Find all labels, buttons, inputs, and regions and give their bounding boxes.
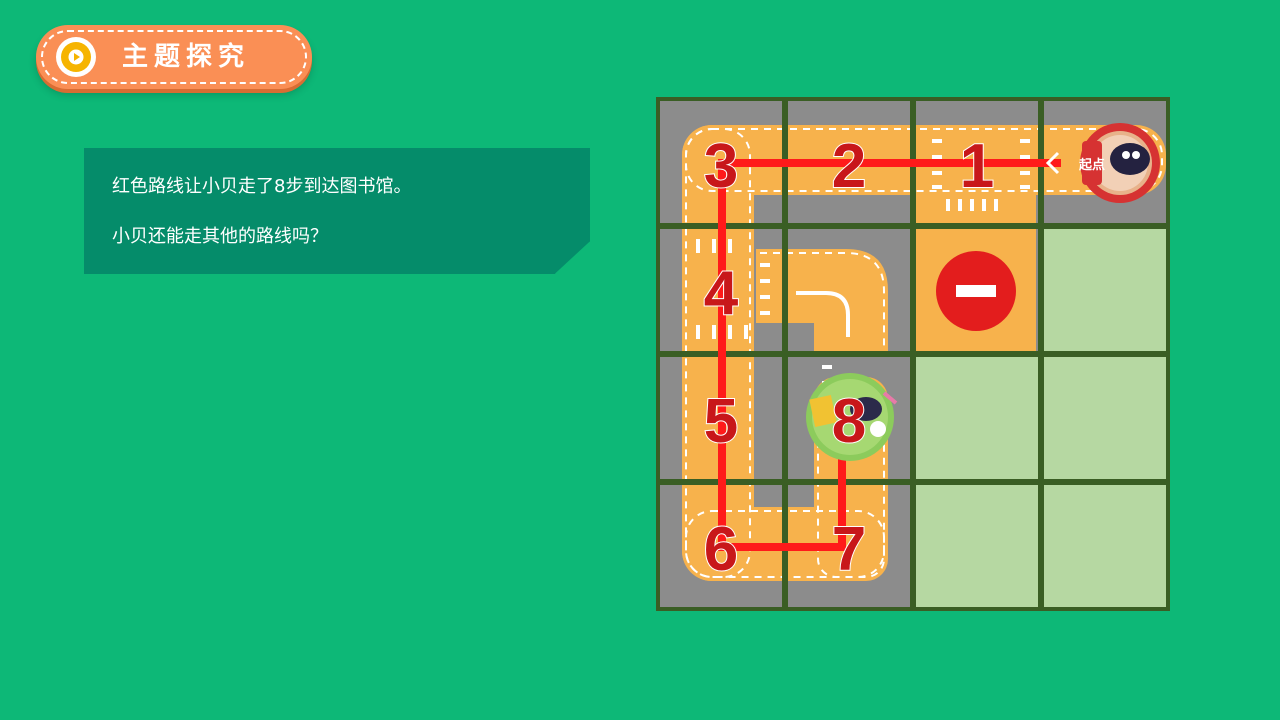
question-line-2: 小贝还能走其他的路线吗？ <box>112 226 328 247</box>
step-number-2: 2 <box>832 132 866 201</box>
grass-tile <box>916 357 1038 479</box>
question-card: 红色路线让小贝走了8步到达图书馆。 小贝还能走其他的路线吗？ <box>84 148 590 274</box>
start-label: 起点 <box>1078 157 1105 173</box>
step-number-1: 1 <box>960 132 994 201</box>
board-canvas: 起点 1 2 3 4 5 6 7 8 <box>656 97 1170 611</box>
section-title: 主题探究 <box>122 42 251 72</box>
section-title-banner: 主题探究 <box>36 25 312 89</box>
grid-line <box>656 351 1170 357</box>
step-number-4: 4 <box>704 259 739 328</box>
route-game-board[interactable]: 起点 1 2 3 4 5 6 7 8 <box>656 97 1170 611</box>
question-line-1: 红色路线让小贝走了8步到达图书馆。 <box>112 176 412 197</box>
grass-tile <box>916 485 1038 607</box>
step-number-3: 3 <box>704 132 738 201</box>
play-icon[interactable] <box>56 37 96 77</box>
step-number-5: 5 <box>704 387 738 456</box>
grass-tile <box>1044 229 1166 351</box>
grass-tile <box>1044 485 1166 607</box>
no-entry-icon <box>936 251 1016 331</box>
grass-tile <box>1044 357 1166 479</box>
grid-line <box>656 479 1170 485</box>
play-icon-inner <box>61 42 91 72</box>
step-number-7: 7 <box>832 515 866 584</box>
grid-line <box>1038 97 1044 611</box>
step-number-6: 6 <box>704 515 738 584</box>
step-number-8: 8 <box>832 387 866 456</box>
play-triangle-icon <box>68 49 84 65</box>
